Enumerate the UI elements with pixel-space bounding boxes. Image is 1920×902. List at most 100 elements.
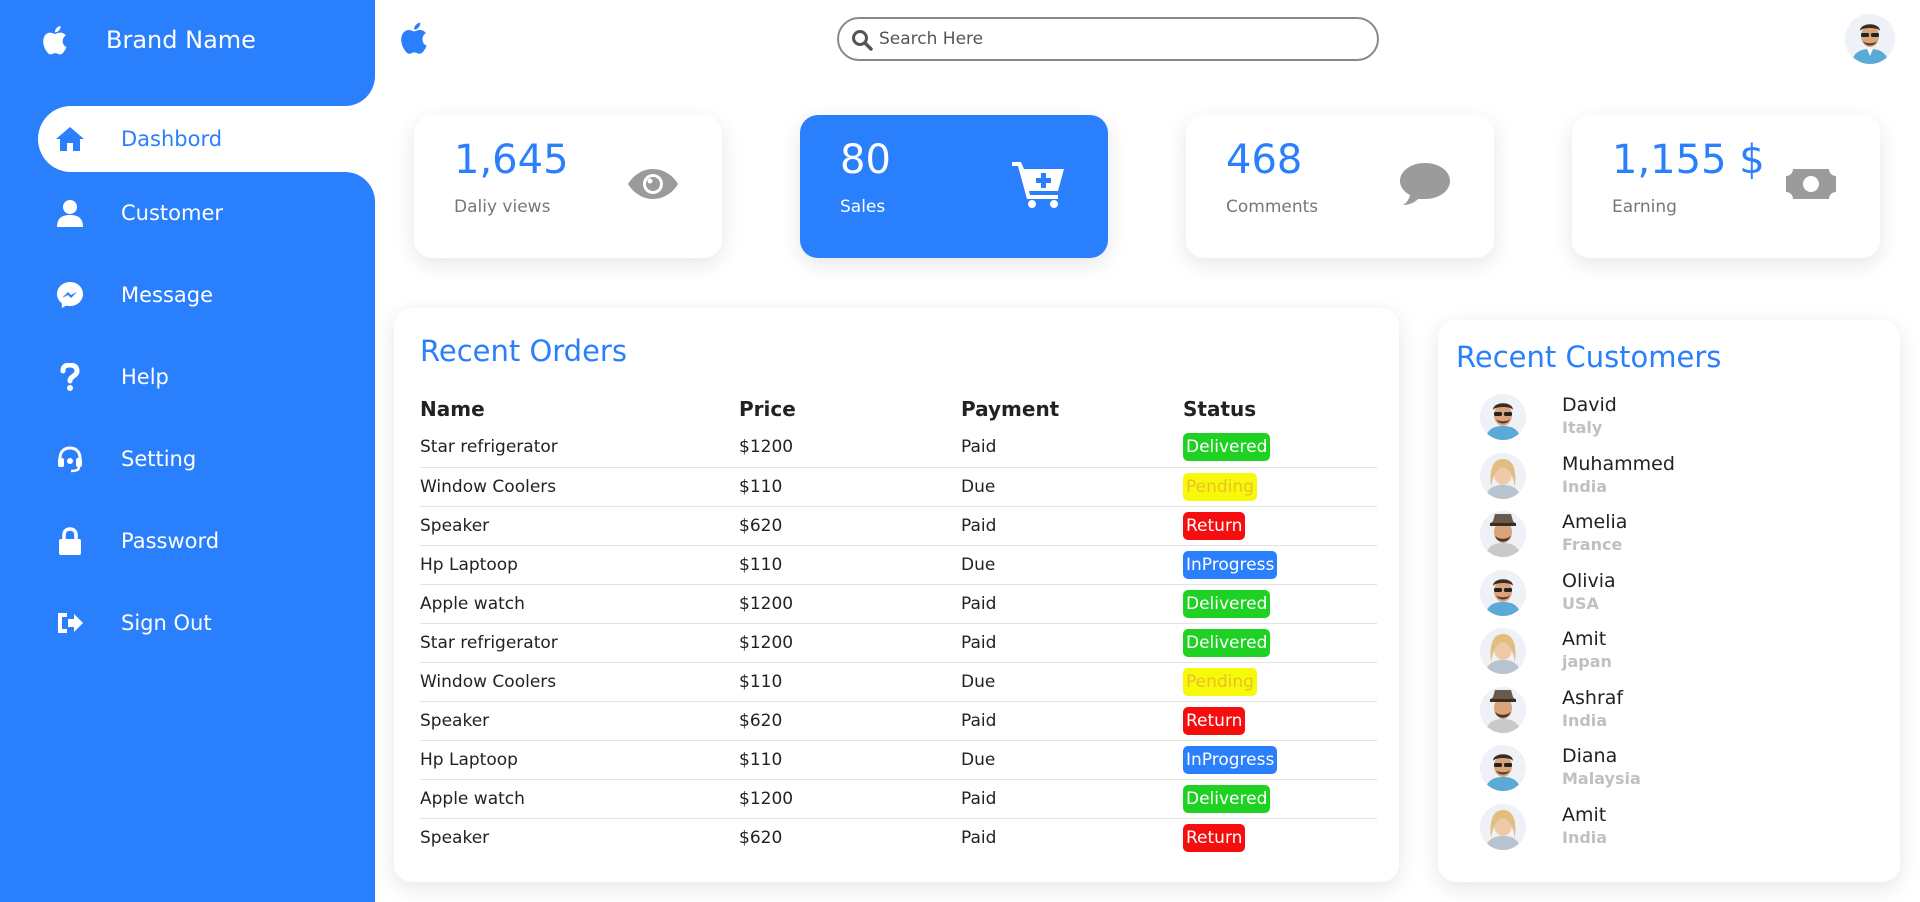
sidebar-item-customer[interactable]: Customer xyxy=(0,172,375,254)
order-payment: Paid xyxy=(961,779,1183,819)
status-badge: InProgress xyxy=(1183,550,1278,579)
customer-avatar xyxy=(1480,803,1526,850)
stat-value: 1,155 $ xyxy=(1612,137,1765,183)
order-name: Window Coolers xyxy=(420,662,739,702)
order-price: $110 xyxy=(739,740,961,780)
customer-avatar xyxy=(1480,394,1526,440)
order-name: Star refrigerator xyxy=(420,428,739,468)
table-row[interactable]: Apple watch $1200 Paid Delivered xyxy=(420,779,1377,819)
brand[interactable]: Brand Name xyxy=(0,0,375,106)
order-status-cell: Pending xyxy=(1183,662,1377,702)
sidebar-nav: Dashbord Customer Message Help Setting P… xyxy=(0,106,375,664)
sidebar-item-help[interactable]: Help xyxy=(0,336,375,418)
order-price: $620 xyxy=(739,701,961,741)
customer-country: Malaysia xyxy=(1562,769,1641,788)
order-payment: Paid xyxy=(961,701,1183,741)
apple-logo-icon[interactable] xyxy=(398,20,428,56)
customer-list-item[interactable]: Muhammed India xyxy=(1438,449,1900,508)
table-row[interactable]: Window Coolers $110 Due Pending xyxy=(420,662,1377,702)
customer-country: japan xyxy=(1562,652,1612,671)
customer-avatar xyxy=(1480,686,1526,733)
customer-name: Olivia xyxy=(1562,569,1616,592)
order-status-cell: Return xyxy=(1183,701,1377,741)
home-icon xyxy=(53,122,87,156)
stat-label: Sales xyxy=(840,197,886,217)
order-price: $1200 xyxy=(739,584,961,624)
sidebar-item-message[interactable]: Message xyxy=(0,254,375,336)
order-name: Apple watch xyxy=(420,779,739,819)
customer-list-item[interactable]: David Italy xyxy=(1438,390,1900,449)
customer-list-item[interactable]: Amit India xyxy=(1438,800,1900,859)
column-header[interactable]: Price xyxy=(739,390,961,428)
order-payment: Paid xyxy=(961,827,997,848)
order-price: $110 xyxy=(739,545,961,585)
order-status-cell: Return xyxy=(1183,506,1377,546)
recent-customers-title: Recent Customers xyxy=(1456,340,1722,374)
order-status-cell: Delivered xyxy=(1183,779,1377,819)
stat-value: 468 xyxy=(1226,137,1303,183)
table-row[interactable]: Speaker $620 Paid Return xyxy=(420,818,1377,857)
search-bar[interactable] xyxy=(837,17,1379,61)
comment-icon xyxy=(1396,155,1454,213)
brand-name: Brand Name xyxy=(106,26,256,54)
sidebar-item-setting[interactable]: Setting xyxy=(0,418,375,500)
order-price: $110 xyxy=(739,467,961,507)
order-payment: Due xyxy=(961,740,1183,780)
table-row[interactable]: Speaker $620 Paid Return xyxy=(420,701,1377,741)
customer-country: Italy xyxy=(1562,418,1603,437)
customer-list-item[interactable]: Ashraf India xyxy=(1438,683,1900,742)
stat-value: 80 xyxy=(840,137,891,183)
status-badge: Delivered xyxy=(1183,628,1271,657)
sidebar-item-dashbord[interactable]: Dashbord xyxy=(38,106,375,172)
status-badge: Delivered xyxy=(1183,784,1271,813)
customer-avatar xyxy=(1480,569,1526,616)
stat-card-daily-views[interactable]: 1,645 Daliy views xyxy=(414,115,722,258)
order-name: Speaker xyxy=(420,506,739,546)
table-row[interactable]: Star refrigerator $1200 Paid Delivered xyxy=(420,623,1377,663)
order-status-cell: Delivered xyxy=(1183,584,1377,624)
order-payment: Paid xyxy=(961,428,1183,468)
sidebar-item-password[interactable]: Password xyxy=(0,500,375,582)
cart-plus-icon xyxy=(1010,155,1068,213)
stat-card-comments[interactable]: 468 Comments xyxy=(1186,115,1494,258)
search-input[interactable] xyxy=(879,25,1359,53)
customer-country: France xyxy=(1562,535,1623,554)
user-avatar[interactable] xyxy=(1845,14,1895,64)
order-payment: Due xyxy=(961,662,1183,702)
customer-name: Amelia xyxy=(1562,511,1628,533)
sidebar-item-label: Help xyxy=(121,365,169,389)
stat-card-sales[interactable]: 80 Sales xyxy=(800,115,1108,258)
customer-list-item[interactable]: Amit japan xyxy=(1438,624,1900,683)
table-row[interactable]: Hp Laptoop $110 Due InProgress xyxy=(420,545,1377,585)
customer-list-item[interactable]: Diana Malaysia xyxy=(1438,741,1900,800)
table-row[interactable]: Window Coolers $110 Due Pending xyxy=(420,467,1377,507)
eye-icon xyxy=(624,155,682,213)
column-header[interactable]: Payment xyxy=(961,390,1183,428)
customer-list-item[interactable]: Olivia USA xyxy=(1438,566,1900,625)
user-icon xyxy=(53,196,87,230)
column-header[interactable]: Name xyxy=(420,390,739,428)
sidebar-item-sign-out[interactable]: Sign Out xyxy=(0,582,375,664)
search-icon[interactable] xyxy=(851,29,873,51)
table-row[interactable]: Apple watch $1200 Paid Delivered xyxy=(420,584,1377,624)
table-row[interactable]: Star refrigerator $1200 Paid Delivered xyxy=(420,428,1377,468)
stat-card-earning[interactable]: 1,155 $ Earning xyxy=(1572,115,1880,258)
column-header[interactable]: Status xyxy=(1183,390,1377,428)
customer-avatar xyxy=(1480,628,1526,674)
table-row[interactable]: Hp Laptoop $110 Due InProgress xyxy=(420,740,1377,780)
customer-name: Ashraf xyxy=(1562,686,1624,709)
order-price: $620 xyxy=(739,827,783,848)
money-icon xyxy=(1782,155,1840,213)
man-sunglasses-avatar-icon xyxy=(1845,14,1895,64)
stat-label: Comments xyxy=(1226,197,1319,217)
order-name: Speaker xyxy=(420,827,490,848)
customer-list-item[interactable]: Amelia France xyxy=(1438,507,1900,566)
status-badge: InProgress xyxy=(1183,745,1278,774)
order-status-cell: InProgress xyxy=(1183,545,1377,585)
customer-avatar xyxy=(1480,452,1526,499)
status-badge: Delivered xyxy=(1183,433,1271,462)
status-badge: Pending xyxy=(1183,472,1257,501)
order-price: $1200 xyxy=(739,428,961,468)
order-name: Hp Laptoop xyxy=(420,545,739,585)
table-row[interactable]: Speaker $620 Paid Return xyxy=(420,506,1377,546)
